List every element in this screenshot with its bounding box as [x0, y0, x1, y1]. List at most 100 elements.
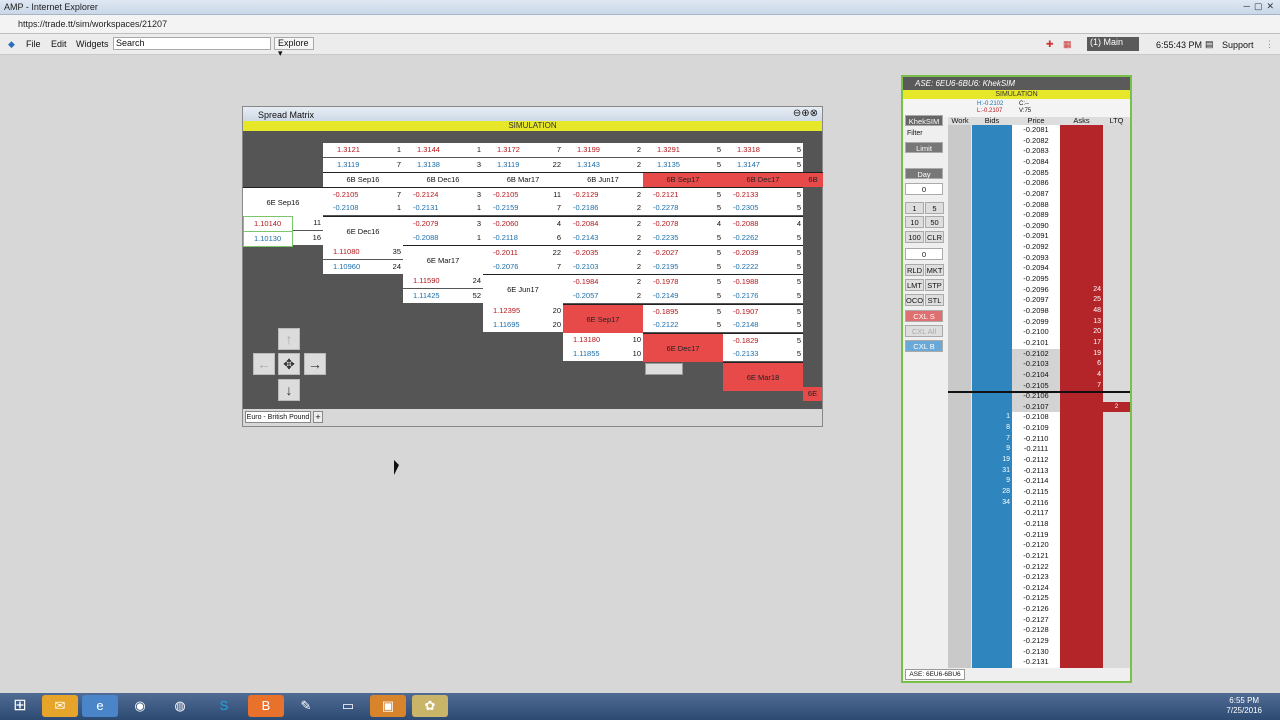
bid-cell[interactable]: [972, 572, 1012, 583]
work-cell[interactable]: [948, 188, 972, 200]
spread-bid[interactable]: -0.1984: [563, 274, 613, 290]
qty-button[interactable]: CLR: [925, 231, 944, 243]
qty-button[interactable]: 50: [925, 216, 944, 228]
spread-bid[interactable]: -0.2129: [563, 186, 613, 202]
work-cell[interactable]: [948, 636, 972, 647]
bid-cell[interactable]: [972, 636, 1012, 647]
spread-bid[interactable]: -0.2039: [723, 245, 773, 261]
bid-cell[interactable]: [972, 284, 1012, 296]
url-text[interactable]: https://trade.tt/sim/workspaces/21207: [18, 19, 167, 29]
order-button[interactable]: OCO: [905, 294, 924, 306]
outright-ask[interactable]: 1.11425: [403, 289, 453, 303]
bid-cell[interactable]: [972, 220, 1012, 232]
ask-cell[interactable]: [1060, 561, 1103, 573]
bid-cell[interactable]: [972, 242, 1012, 253]
ask-cell[interactable]: [1060, 146, 1103, 157]
spread-bid[interactable]: -0.1829: [723, 332, 773, 348]
spread-ask[interactable]: -0.2122: [643, 318, 693, 333]
ask-cell[interactable]: 17: [1060, 337, 1103, 349]
work-cell[interactable]: [948, 476, 972, 487]
work-cell[interactable]: [948, 210, 972, 221]
row-header[interactable]: 6E Mar17: [403, 245, 483, 275]
maximize-button[interactable]: ▢: [1254, 1, 1263, 12]
work-cell[interactable]: [948, 572, 972, 583]
ask-cell[interactable]: [1060, 231, 1103, 243]
work-cell[interactable]: [948, 518, 972, 530]
empty-slot[interactable]: [645, 363, 683, 375]
tab-euro-pound[interactable]: Euro - British Pound: [245, 411, 311, 423]
ask-cell[interactable]: 48: [1060, 306, 1103, 317]
bid-cell[interactable]: [972, 178, 1012, 189]
ask-cell[interactable]: [1060, 156, 1103, 168]
work-cell[interactable]: [948, 487, 972, 498]
bid-cell[interactable]: [972, 604, 1012, 615]
bid-cell[interactable]: 28: [972, 487, 1012, 498]
bid-cell[interactable]: [972, 401, 1012, 413]
bid-cell[interactable]: [972, 274, 1012, 285]
spread-bid[interactable]: -0.2088: [723, 216, 773, 231]
spread-ask[interactable]: -0.2133: [723, 347, 773, 362]
ask-cell[interactable]: [1060, 657, 1103, 668]
work-cell[interactable]: [948, 146, 972, 157]
chrome-icon[interactable]: ◉: [122, 695, 158, 717]
column-header[interactable]: 6B Mar17: [483, 172, 563, 188]
ask-cell[interactable]: [1060, 178, 1103, 189]
bid-cell[interactable]: [972, 125, 1012, 136]
row-header[interactable]: 6E Dec17: [643, 332, 723, 362]
work-cell[interactable]: [948, 423, 972, 434]
work-cell[interactable]: [948, 295, 972, 306]
work-cell[interactable]: [948, 614, 972, 626]
ask-cell[interactable]: [1060, 529, 1103, 541]
spread-ask[interactable]: -0.2131: [403, 201, 453, 216]
outright-ask[interactable]: 1.10130: [243, 230, 293, 247]
outright-ask[interactable]: 1.11855: [563, 347, 613, 362]
bid-cell[interactable]: [972, 508, 1012, 519]
spread-bid[interactable]: -0.2060: [483, 216, 533, 231]
bid-cell[interactable]: [972, 646, 1012, 658]
work-cell[interactable]: [948, 274, 972, 285]
share-icon[interactable]: ✚: [1046, 39, 1054, 50]
bid-cell[interactable]: [972, 518, 1012, 530]
bid-cell[interactable]: [972, 327, 1012, 338]
spread-ask[interactable]: -0.2176: [723, 289, 773, 303]
qty-button[interactable]: 5: [925, 202, 944, 214]
ask-cell[interactable]: 25: [1060, 295, 1103, 306]
bid-cell[interactable]: [972, 369, 1012, 381]
work-cell[interactable]: [948, 604, 972, 615]
bid-cell[interactable]: [972, 263, 1012, 275]
work-cell[interactable]: [948, 497, 972, 509]
cancel-all-button[interactable]: CXL All: [905, 325, 943, 337]
spread-ask[interactable]: -0.2305: [723, 201, 773, 216]
work-cell[interactable]: [948, 646, 972, 658]
logo-icon[interactable]: ◆: [8, 39, 15, 50]
quantity-field[interactable]: 0: [905, 183, 943, 195]
ask-cell[interactable]: [1060, 274, 1103, 285]
filter-checkbox[interactable]: Filter: [907, 130, 923, 137]
ask-cell[interactable]: [1060, 401, 1103, 413]
bid-cell[interactable]: [972, 167, 1012, 179]
outright-bid[interactable]: 1.13180: [563, 332, 613, 347]
outright-ask[interactable]: 1.11695: [483, 318, 533, 333]
top-bid-price[interactable]: 1.3144: [403, 143, 443, 157]
ask-cell[interactable]: 7: [1060, 380, 1103, 392]
outright-bid[interactable]: 1.10140: [243, 216, 293, 232]
spread-bid[interactable]: -0.1988: [723, 274, 773, 290]
ask-cell[interactable]: 4: [1060, 369, 1103, 381]
bid-cell[interactable]: [972, 380, 1012, 392]
bid-cell[interactable]: 9: [972, 444, 1012, 456]
arrow-up-icon[interactable]: ↑: [278, 328, 300, 350]
work-cell[interactable]: [948, 284, 972, 296]
work-cell[interactable]: [948, 252, 972, 264]
work-cell[interactable]: [948, 529, 972, 541]
ask-cell[interactable]: [1060, 550, 1103, 562]
bid-cell[interactable]: [972, 135, 1012, 147]
window-controls-icon[interactable]: ⊖⊕⊗: [793, 108, 818, 119]
spread-bid[interactable]: -0.2078: [643, 216, 693, 231]
bid-cell[interactable]: 34: [972, 497, 1012, 509]
spread-ask[interactable]: -0.2235: [643, 230, 693, 245]
work-cell[interactable]: [948, 316, 972, 328]
bid-cell[interactable]: [972, 582, 1012, 594]
ask-cell[interactable]: [1060, 614, 1103, 626]
workspace-select[interactable]: (1) Main: [1087, 37, 1139, 51]
work-cell[interactable]: [948, 380, 972, 392]
